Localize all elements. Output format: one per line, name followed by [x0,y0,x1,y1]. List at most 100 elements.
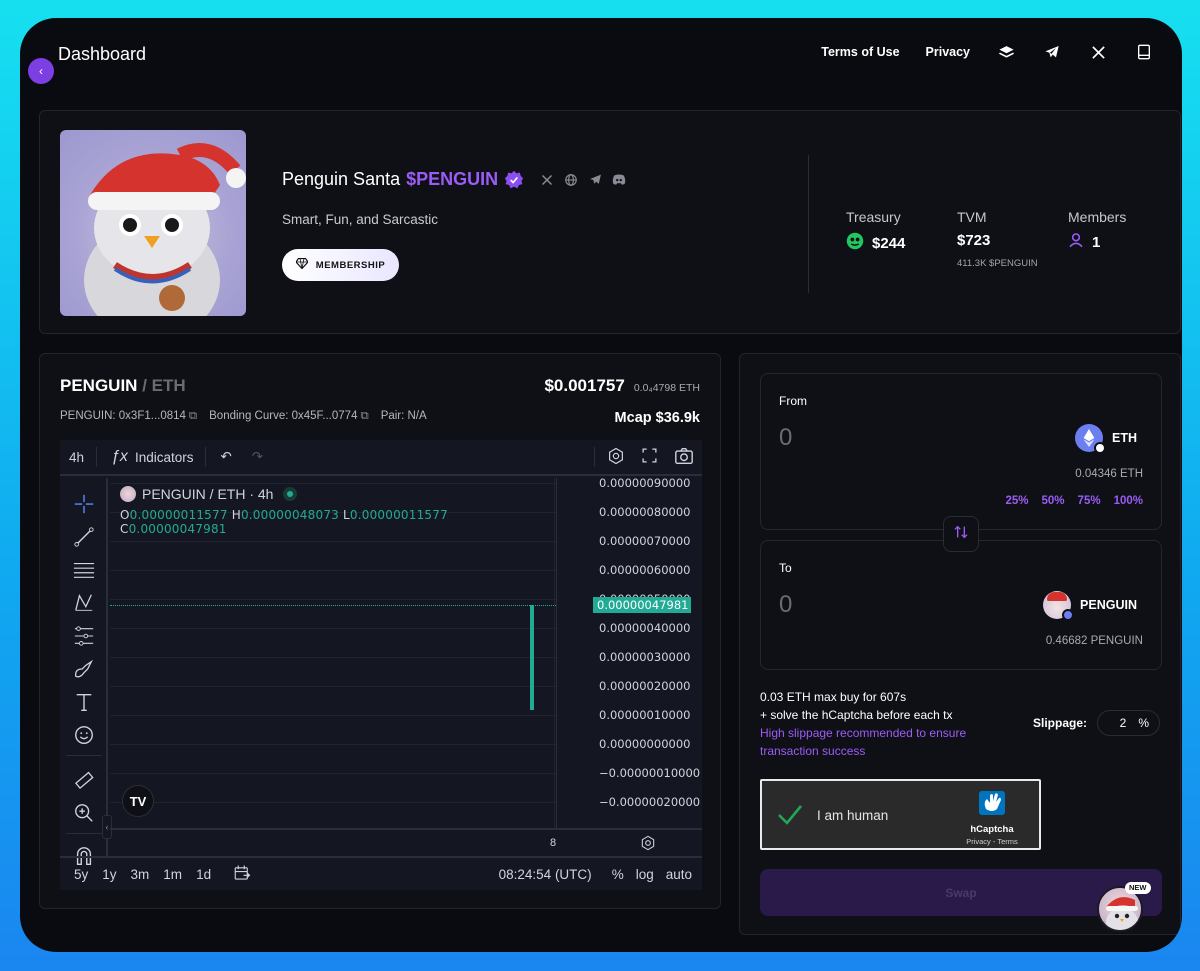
text-tool-icon[interactable] [72,690,96,714]
last-price-label: 0.00000047981 [593,596,691,613]
divider [808,155,809,293]
tvm-value: $723 [957,232,991,249]
slippage-unit: % [1138,716,1149,730]
hcaptcha-logo-icon [977,789,1007,822]
globe-icon[interactable] [564,173,578,187]
crosshair-icon[interactable] [72,492,96,516]
telegram-icon[interactable] [588,173,602,187]
grid-line [110,686,556,687]
hcaptcha-brand: hCaptcha Privacy - Terms [957,789,1027,846]
y-tick-label: 0.00000070000 [599,534,691,548]
verified-badge-icon [504,170,524,190]
grid-line [110,541,556,542]
captcha-text: I am human [817,808,889,823]
percent-100-button[interactable]: 100% [1114,495,1143,507]
price-eth: 0.0₄4798 ETH [633,382,700,394]
grid-line [110,657,556,658]
drawing-tools: ‹ [60,478,112,865]
price-axis[interactable]: −0.00000020000 −0.00000010000 0.0000000000… [556,476,702,828]
ruler-icon[interactable] [72,768,96,792]
range-1m[interactable]: 1m [163,867,182,882]
indicators-label: Indicators [134,449,194,465]
discord-icon[interactable] [612,173,626,187]
fib-icon[interactable] [72,624,96,648]
percent-75-button[interactable]: 75% [1078,495,1101,507]
auto-scale-toggle[interactable]: auto [666,867,692,882]
token-name-row: Penguin Santa $PENGUIN [282,169,626,190]
range-3m[interactable]: 3m [131,867,150,882]
zoom-in-icon[interactable] [72,801,96,825]
bonding-curve-address: Bonding Curve: 0x45F...0774 [209,410,358,422]
grid-line [110,628,556,629]
range-5y[interactable]: 5y [74,867,88,882]
range-1y[interactable]: 1y [102,867,116,882]
chart-plot-area: PENGUIN / ETH · 4h O0.00000011577 H0.000… [110,478,556,828]
to-amount-input[interactable]: 0 [779,591,792,619]
slippage-warning: High slippage recommended to ensure tran… [760,726,967,758]
emoji-icon[interactable] [72,723,96,747]
terms-link[interactable]: Terms of Use [821,45,899,59]
checkmark-icon[interactable] [776,803,804,832]
undo-icon[interactable]: ↶ [220,449,231,465]
telegram-icon[interactable] [1042,42,1062,62]
function-icon: ƒx [111,448,128,465]
camera-icon[interactable] [674,447,694,468]
hcaptcha-links[interactable]: Privacy - Terms [957,837,1027,846]
axis-settings-icon[interactable] [640,835,656,854]
token-name: Penguin Santa [282,169,401,189]
layers-icon[interactable] [996,42,1016,62]
ohlc-values: O0.00000011577 H0.00000048073 L0.0000001… [120,508,448,536]
utc-clock[interactable]: 08:24:54 (UTC) [499,867,592,882]
copy-icon[interactable]: ⧉ [189,410,197,422]
date-range-icon[interactable] [233,864,251,885]
redo-icon[interactable]: ↷ [252,449,263,465]
from-token-symbol: ETH [1112,431,1137,445]
hcaptcha-widget[interactable]: I am human hCaptcha Privacy - Terms [760,779,1041,850]
range-1d[interactable]: 1d [196,867,211,882]
slippage-input[interactable]: 2 % [1097,710,1160,736]
y-tick-label: 0.00000000000 [599,737,691,751]
close-value: 0.00000047981 [128,522,227,536]
privacy-link[interactable]: Privacy [926,45,970,59]
percent-50-button[interactable]: 50% [1042,495,1065,507]
tvm-subvalue: 411.3K $PENGUIN [957,258,1038,269]
grid-line [110,744,556,745]
top-nav: Terms of Use Privacy [821,42,1154,62]
interval-button[interactable]: 4h [69,450,84,465]
indicators-button[interactable]: ƒx Indicators [111,448,193,466]
book-icon[interactable] [1134,42,1154,62]
horizontal-lines-icon[interactable] [72,558,96,582]
time-tick: 8 [550,837,557,849]
log-scale-toggle[interactable]: log [636,867,654,882]
percent-buttons: 25% 50% 75% 100% [1005,495,1143,507]
copy-icon[interactable]: ⧉ [360,410,368,422]
brush-icon[interactable] [72,657,96,681]
grid-line [110,599,556,600]
pair-base: PENGUIN [60,376,138,395]
tradingview-logo[interactable]: TV [122,785,154,817]
trend-line-icon[interactable] [72,525,96,549]
membership-button[interactable]: MEMBERSHIP [282,249,399,281]
token-avatar [60,130,246,316]
hcaptcha-name: hCaptcha [970,824,1014,835]
from-box: From 0 ETH 0.04346 ETH 25% 50% 75% 100% [760,373,1162,530]
app-window: ‹ Dashboard Terms of Use Privacy Penguin… [20,18,1182,952]
price-display: $0.001757 0.0₄4798 ETH [544,376,700,396]
fullscreen-icon[interactable] [641,447,658,467]
x-icon[interactable] [1088,42,1108,62]
chart-bottom-toolbar: 5y 1y 3m 1m 1d 08:24:54 (UTC) % log auto [60,856,702,890]
switch-direction-button[interactable] [943,516,979,552]
to-token-selector[interactable]: PENGUIN [1043,591,1137,621]
from-amount-input[interactable]: 0 [779,424,792,452]
settings-icon[interactable] [607,447,625,468]
token-tagline: Smart, Fun, and Sarcastic [282,212,439,227]
pattern-icon[interactable] [72,591,96,615]
time-axis[interactable]: 8 [110,828,702,856]
percent-25-button[interactable]: 25% [1005,495,1028,507]
from-token-selector[interactable]: ETH [1075,424,1137,454]
grid-line [110,483,556,484]
x-icon[interactable] [540,173,554,187]
contract-address: PENGUIN: 0x3F1...0814 [60,410,186,422]
legend-title: PENGUIN / ETH · 4h [142,486,274,502]
percent-scale-toggle[interactable]: % [612,867,624,882]
